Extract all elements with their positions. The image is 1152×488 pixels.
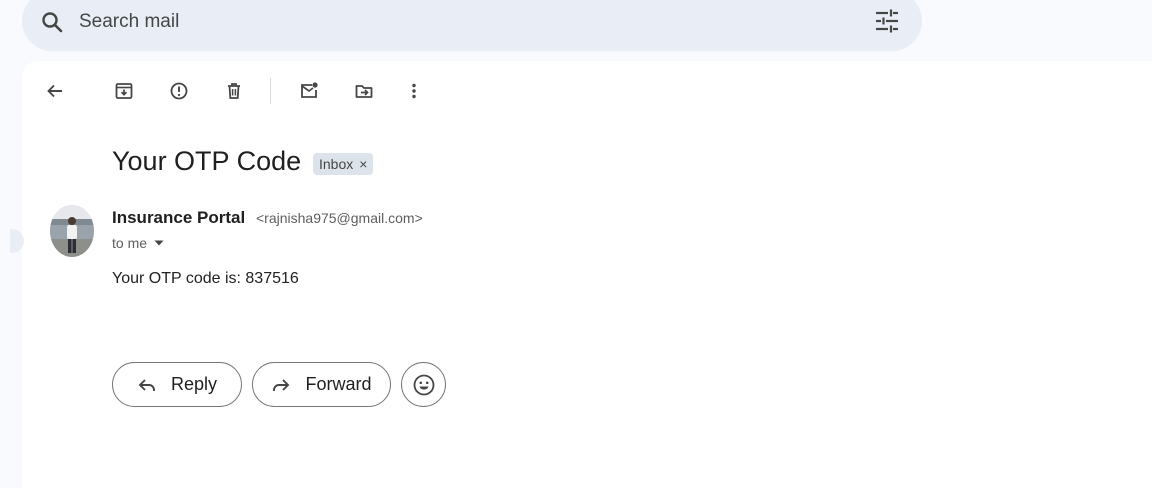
move-to-folder-icon — [355, 85, 373, 98]
mark-unread-button[interactable] — [293, 75, 325, 107]
inbox-label-chip[interactable]: Inbox × — [313, 153, 374, 175]
delete-button[interactable] — [218, 75, 250, 107]
forward-icon — [273, 378, 290, 391]
reply-icon — [138, 378, 155, 391]
reply-label: Reply — [170, 374, 218, 394]
archive-button[interactable] — [108, 75, 140, 107]
emoji-icon — [413, 374, 434, 395]
gmail-page: Your OTP Code Inbox × Insurance Portal <… — [0, 0, 1152, 488]
search-bar[interactable] — [22, 0, 922, 51]
side-panel-handle[interactable] — [10, 229, 24, 253]
tune-icon[interactable] — [874, 8, 900, 34]
recipient-details-toggle[interactable]: to me — [112, 235, 165, 251]
reply-button[interactable]: Reply — [112, 362, 242, 407]
message-subject: Your OTP Code — [112, 146, 302, 176]
report-spam-icon — [170, 82, 188, 100]
back-button[interactable] — [39, 75, 71, 107]
search-icon[interactable] — [40, 10, 64, 34]
sender-email: <rajnisha975@gmail.com> — [256, 210, 423, 226]
message-panel: Your OTP Code Inbox × Insurance Portal <… — [10, 61, 1152, 488]
mark-unread-icon — [301, 82, 318, 98]
more-vert-icon — [412, 83, 416, 99]
forward-label: Forward — [305, 374, 372, 394]
more-options-button[interactable] — [398, 75, 430, 107]
emoji-reaction-button[interactable] — [401, 362, 446, 407]
trash-icon — [228, 83, 240, 99]
forward-button[interactable]: Forward — [252, 362, 391, 407]
recipient-text: to me — [112, 235, 148, 251]
report-spam-button[interactable] — [163, 75, 195, 107]
message-body: Your OTP code is: 837516 — [112, 270, 299, 287]
toolbar-divider — [270, 78, 271, 104]
label-text: Inbox — [319, 156, 354, 172]
search-input[interactable] — [77, 8, 841, 36]
move-to-button[interactable] — [348, 75, 380, 107]
sender-name[interactable]: Insurance Portal — [112, 208, 245, 228]
arrow-left-icon — [47, 84, 62, 98]
archive-icon — [115, 83, 133, 99]
remove-label-icon[interactable]: × — [359, 156, 367, 172]
caret-down-icon — [154, 240, 164, 246]
sender-avatar[interactable] — [50, 205, 94, 257]
